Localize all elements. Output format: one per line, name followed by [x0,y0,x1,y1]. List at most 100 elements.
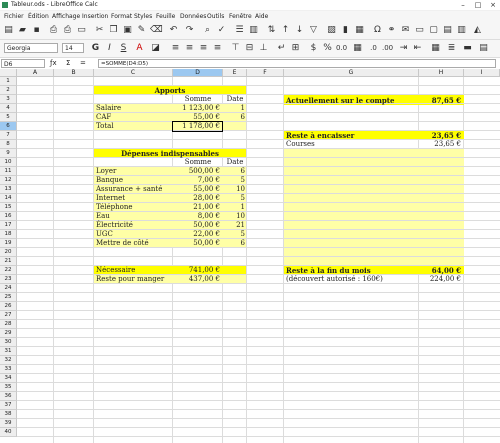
row-header-15[interactable]: 15 [0,203,17,212]
sum-icon[interactable]: Σ [66,59,70,67]
align-top-icon[interactable]: ⊤ [230,43,241,54]
clone-formatting-icon[interactable]: ✎ [136,25,147,36]
row-header-3[interactable]: 3 [0,95,17,104]
menu-affichage[interactable]: Affichage [52,13,80,20]
function-wizard-icon[interactable]: ƒx [50,59,57,67]
row-header-37[interactable]: 37 [0,401,17,410]
new-document-icon[interactable]: ▤ [3,25,14,36]
align-left-icon[interactable]: ≡ [170,43,181,54]
menu-insertion[interactable]: Insertion [82,13,108,20]
pivot-table-icon[interactable]: ▦ [354,25,365,36]
font-size-box[interactable]: 14 [62,43,84,53]
row-header-25[interactable]: 25 [0,293,17,302]
column-header-h[interactable]: H [419,69,464,77]
row-header-13[interactable]: 13 [0,185,17,194]
headers-footers-icon[interactable]: ▭ [414,25,425,36]
row-header-20[interactable]: 20 [0,248,17,257]
row-header-9[interactable]: 9 [0,149,17,158]
row-icon[interactable]: ☰ [234,25,245,36]
date-format-icon[interactable]: ▦ [352,43,363,54]
align-bottom-icon[interactable]: ⊥ [258,43,269,54]
row-header-31[interactable]: 31 [0,347,17,356]
row-header-34[interactable]: 34 [0,374,17,383]
center-vertically-icon[interactable]: ⊟ [244,43,255,54]
border-style-icon[interactable]: ≣ [446,43,457,54]
row-header-35[interactable]: 35 [0,383,17,392]
copy-icon[interactable]: ❐ [108,25,119,36]
show-draw-functions-icon[interactable]: ◭ [472,25,483,36]
export-pdf-icon[interactable]: ⎙ [48,25,59,36]
menu-fichier[interactable]: Fichier [4,13,24,20]
formula-icon[interactable]: = [80,59,86,67]
row-header-12[interactable]: 12 [0,176,17,185]
row-header-1[interactable]: 1 [0,77,17,86]
row-header-38[interactable]: 38 [0,410,17,419]
merge-cells-icon[interactable]: ⊞ [290,43,301,54]
conditional-format-icon[interactable]: ▤ [478,43,489,54]
row-header-16[interactable]: 16 [0,212,17,221]
row-header-23[interactable]: 23 [0,275,17,284]
menu-aide[interactable]: Aide [255,13,268,20]
menu-donnees[interactable]: Données [180,13,206,20]
redo-icon[interactable]: ↷ [184,25,195,36]
clear-formatting-icon[interactable]: ⌫ [150,25,163,36]
column-header-f[interactable]: F [247,69,284,77]
minimize-button[interactable]: – [456,0,470,10]
align-right-icon[interactable]: ≡ [198,43,209,54]
borders-icon[interactable]: ▦ [430,43,441,54]
border-color-icon[interactable]: ▬ [462,43,473,54]
row-header-36[interactable]: 36 [0,392,17,401]
background-color-icon[interactable]: ◪ [150,43,161,54]
row-header-7[interactable]: 7 [0,131,17,140]
row-header-39[interactable]: 39 [0,419,17,428]
image-icon[interactable]: ▨ [326,25,337,36]
menu-styles[interactable]: Styles [134,13,152,20]
maximize-button[interactable]: □ [471,0,485,10]
menu-format[interactable]: Format [111,13,132,20]
column-header-b[interactable]: B [54,69,94,77]
column-header-g[interactable]: G [284,69,419,77]
column-header-c[interactable]: C [94,69,173,77]
row-header-14[interactable]: 14 [0,194,17,203]
percent-format-icon[interactable]: % [322,43,333,54]
row-header-19[interactable]: 19 [0,239,17,248]
sort-ascending-icon[interactable]: ↑ [280,25,291,36]
column-icon[interactable]: ▥ [248,25,259,36]
select-all-corner[interactable] [0,69,17,77]
bold-icon[interactable]: G [90,43,101,54]
align-center-icon[interactable]: ≡ [184,43,195,54]
menu-edition[interactable]: Édition [28,13,49,20]
undo-icon[interactable]: ↶ [168,25,179,36]
define-print-area-icon[interactable]: ▢ [428,25,439,36]
row-header-21[interactable]: 21 [0,257,17,266]
menu-fenetre[interactable]: Fenêtre [229,13,252,20]
column-header-a[interactable]: A [17,69,54,77]
row-header-32[interactable]: 32 [0,356,17,365]
sort-descending-icon[interactable]: ↓ [294,25,305,36]
row-header-29[interactable]: 29 [0,329,17,338]
row-header-5[interactable]: 5 [0,113,17,122]
print-icon[interactable]: ⎙ [62,25,73,36]
column-header-e[interactable]: E [223,69,247,77]
chart-icon[interactable]: ▮ [340,25,351,36]
open-folder-icon[interactable]: ▰ [17,25,28,36]
italic-icon[interactable]: I [104,43,115,54]
menu-feuille[interactable]: Feuille [156,13,175,20]
font-name-box[interactable]: Georgia [4,43,58,53]
hyperlink-icon[interactable]: ⚭ [386,25,397,36]
wrap-text-icon[interactable]: ↵ [276,43,287,54]
row-header-22[interactable]: 22 [0,266,17,275]
row-header-4[interactable]: 4 [0,104,17,113]
row-header-10[interactable]: 10 [0,158,17,167]
autofilter-icon[interactable]: ▽ [308,25,319,36]
decrease-indent-icon[interactable]: ⇤ [412,43,423,54]
special-character-icon[interactable]: Ω [372,25,383,36]
row-header-24[interactable]: 24 [0,284,17,293]
row-header-27[interactable]: 27 [0,311,17,320]
split-window-icon[interactable]: ▥ [456,25,467,36]
cut-icon[interactable]: ✂ [94,25,105,36]
name-box[interactable]: D6 [1,59,45,68]
add-decimal-icon[interactable]: .0 [368,43,379,54]
justify-icon[interactable]: ≡ [212,43,223,54]
row-header-6[interactable]: 6 [0,122,17,131]
